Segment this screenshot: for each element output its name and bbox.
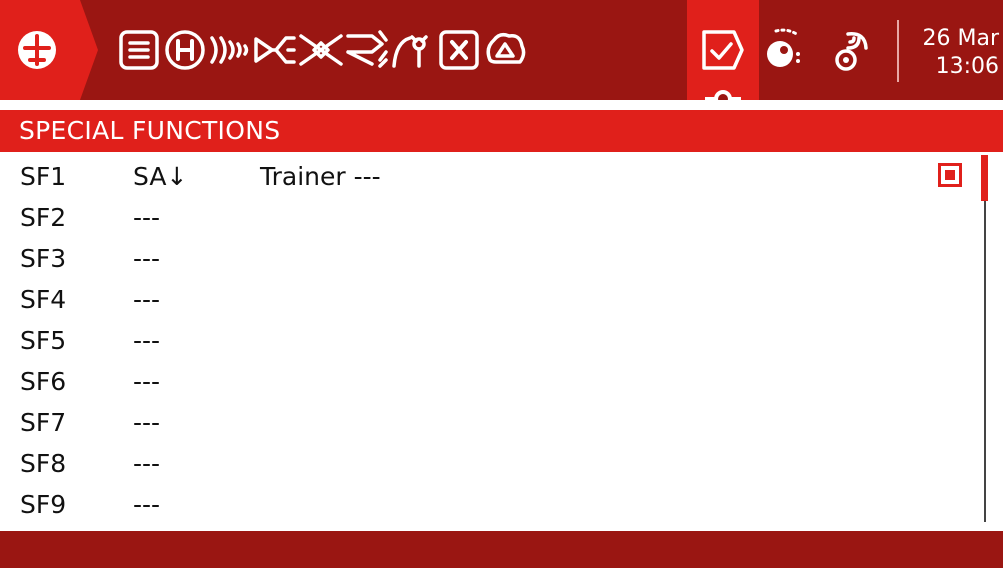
- model-setup-icon[interactable]: [116, 20, 162, 80]
- function-switch[interactable]: ---: [133, 197, 160, 238]
- checkbox-mark: [945, 170, 955, 180]
- function-id: SF1: [20, 162, 67, 191]
- function-switch[interactable]: ---: [133, 443, 160, 484]
- footer-bar: [0, 531, 1003, 568]
- function-row-sf5[interactable]: SF5 ---: [0, 320, 980, 361]
- global-variables-icon[interactable]: [436, 20, 482, 80]
- function-id: SF2: [20, 203, 67, 232]
- heli-setup-icon[interactable]: [162, 20, 208, 80]
- flight-modes-icon[interactable]: [206, 20, 252, 80]
- outputs-icon[interactable]: [344, 20, 390, 80]
- function-id: SF7: [20, 408, 67, 437]
- function-switch[interactable]: SA↓: [133, 156, 187, 197]
- function-switch[interactable]: ---: [133, 484, 160, 525]
- function-row-sf1[interactable]: SF1 SA↓ Trainer ---: [0, 156, 980, 197]
- function-id: SF8: [20, 449, 67, 478]
- function-row-sf7[interactable]: SF7 ---: [0, 402, 980, 443]
- function-id: SF9: [20, 490, 67, 519]
- page-title: SPECIAL FUNCTIONS: [19, 116, 281, 145]
- function-id: SF5: [20, 326, 67, 355]
- function-action[interactable]: Trainer ---: [260, 156, 381, 197]
- function-switch[interactable]: ---: [133, 361, 160, 402]
- function-switch[interactable]: ---: [133, 320, 160, 361]
- function-id: SF4: [20, 285, 67, 314]
- special-functions-list: SF1 SA↓ Trainer --- SF2 --- SF3 --- SF4 …: [0, 156, 980, 524]
- date-display: 26 Mar: [922, 26, 1000, 51]
- scrollbar-track[interactable]: [984, 155, 986, 522]
- function-row-sf4[interactable]: SF4 ---: [0, 279, 980, 320]
- enable-checkbox[interactable]: [938, 163, 962, 187]
- model-menu-icon[interactable]: [14, 20, 60, 80]
- curves-icon[interactable]: [390, 20, 436, 80]
- telemetry-icon[interactable]: [828, 20, 874, 80]
- function-switch[interactable]: ---: [133, 279, 160, 320]
- function-id: SF3: [20, 244, 67, 273]
- inputs-icon[interactable]: [252, 20, 298, 80]
- function-id: SF6: [20, 367, 67, 396]
- time-display: 13:06: [935, 54, 999, 79]
- function-row-sf2[interactable]: SF2 ---: [0, 197, 980, 238]
- logical-switches-icon[interactable]: [482, 20, 528, 80]
- divider: [897, 20, 899, 82]
- function-row-sf8[interactable]: SF8 ---: [0, 443, 980, 484]
- special-functions-icon[interactable]: [700, 20, 746, 80]
- lua-scripts-icon[interactable]: [760, 20, 806, 80]
- function-row-sf9[interactable]: SF9 ---: [0, 484, 980, 525]
- scrollbar-thumb[interactable]: [981, 155, 988, 201]
- function-row-sf3[interactable]: SF3 ---: [0, 238, 980, 279]
- mixes-icon[interactable]: [298, 20, 344, 80]
- function-switch[interactable]: ---: [133, 402, 160, 443]
- function-switch[interactable]: ---: [133, 238, 160, 279]
- function-row-sf6[interactable]: SF6 ---: [0, 361, 980, 402]
- divider: [0, 100, 1003, 104]
